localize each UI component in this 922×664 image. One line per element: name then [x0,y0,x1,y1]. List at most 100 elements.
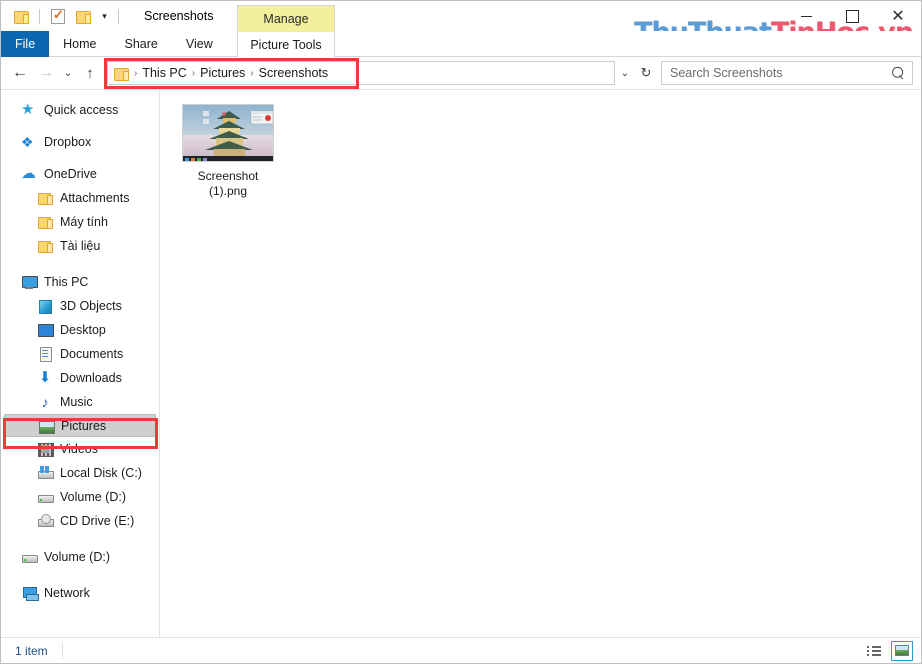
search-box[interactable] [661,61,913,85]
sidebar-item-volume-d[interactable]: Volume (D:) [1,485,159,509]
sidebar-item-onedrive[interactable]: ☁ OneDrive [1,162,159,186]
sidebar-item-cd-drive-e[interactable]: CD Drive (E:) [1,509,159,533]
sidebar-item-label: Máy tính [60,215,108,229]
sidebar-item-label: Network [44,586,90,600]
cd-drive-icon [37,513,54,529]
folder-icon [37,190,53,206]
sidebar-item-label: Videos [60,442,98,456]
sidebar-item-network[interactable]: Network [1,581,159,605]
sidebar-item-desktop[interactable]: Desktop [1,318,159,342]
sidebar-item-this-pc[interactable]: This PC [1,270,159,294]
breadcrumb-separator-2: › [250,67,254,79]
search-icon[interactable] [889,63,909,83]
sidebar-item-label: Tài liệu [60,239,101,253]
sidebar-item-music[interactable]: ♪ Music [1,390,159,414]
view-details-button[interactable] [863,641,885,661]
recent-locations-button[interactable]: ⌄ [59,60,77,86]
sidebar-item-videos[interactable]: Videos [1,437,159,461]
file-name-label: Screenshot (1).png [198,169,259,199]
breadcrumb-item-screenshots[interactable]: Screenshots [256,66,331,80]
sidebar-item-quick-access[interactable]: ★ Quick access [1,98,159,122]
qat-properties-button[interactable] [48,6,68,26]
sidebar-item-downloads[interactable]: ⬇ Downloads [1,366,159,390]
breadcrumb-item-this-pc[interactable]: This PC [139,66,189,80]
qat-new-folder-button[interactable] [73,6,93,26]
view-large-icons-button[interactable] [891,640,913,661]
back-button[interactable]: ← [7,60,33,86]
file-name-line-1: Screenshot [197,169,259,183]
videos-icon [37,441,54,457]
search-input[interactable] [670,66,892,80]
contextual-group-header[interactable]: Manage [238,6,334,32]
screenshot-preview-image [183,105,273,161]
sidebar-item-label: CD Drive (E:) [60,514,135,528]
up-button[interactable]: ↑ [77,60,103,86]
properties-checkmark-icon [51,7,65,24]
3d-objects-icon [37,298,53,314]
hard-drive-icon [37,489,54,505]
music-icon: ♪ [41,394,49,410]
folder-icon [13,10,29,24]
qat-separator-2 [118,8,119,24]
breadcrumb[interactable]: › This PC › Pictures › Screenshots [107,61,615,85]
tab-home[interactable]: Home [49,31,110,57]
star-icon: ★ [21,101,35,118]
sidebar-item-3d-objects[interactable]: 3D Objects [1,294,159,318]
list-item[interactable]: Screenshot (1).png [172,100,284,199]
dropbox-icon: ❖ [21,134,34,150]
sidebar-item-label: Attachments [60,191,130,205]
sidebar-item-label: Dropbox [44,135,92,149]
tab-share[interactable]: Share [111,31,172,57]
sidebar-item-label: Pictures [61,418,107,433]
qat-separator-1 [39,8,40,24]
sidebar-item-documents[interactable]: Documents [1,342,159,366]
sidebar-item-label: Documents [60,347,124,361]
sidebar-item-label: Quick access [44,103,119,117]
network-icon [21,585,39,601]
tab-file[interactable]: File [1,31,50,57]
sidebar-item-attachments[interactable]: Attachments [1,186,159,210]
sidebar-item-pictures[interactable]: Pictures [4,414,156,437]
breadcrumb-item-pictures[interactable]: Pictures [197,66,248,80]
tab-picture-tools[interactable]: Picture Tools [238,32,334,57]
breadcrumb-folder-icon [114,67,129,81]
forward-button[interactable]: → [33,60,59,86]
sidebar-item-label: Volume (D:) [60,490,126,504]
cloud-icon: ☁ [21,165,36,182]
sidebar-item-label: Local Disk (C:) [60,466,142,480]
navigation-pane: ★ Quick access ❖ Dropbox ☁ OneDrive Atta… [1,90,160,637]
sidebar-item-label: This PC [44,275,89,289]
file-list-pane[interactable]: Screenshot (1).png [160,90,921,637]
folder-icon [37,214,53,230]
hard-drive-windows-icon [37,465,54,481]
sidebar-item-label: OneDrive [44,167,97,181]
view-mode-buttons [863,640,913,661]
desktop-icon [37,322,54,338]
address-bar: ← → ⌄ ↑ › This PC › Pictures › Screensho… [1,57,921,89]
file-thumbnail [182,104,274,162]
qat-customize-dropdown[interactable]: ▾ [98,6,110,26]
sidebar-item-label: Music [60,395,93,409]
breadcrumb-separator-0: › [134,67,138,79]
qat-folder-button[interactable] [11,6,31,26]
sidebar-item-tai-lieu[interactable]: Tài liệu [1,234,159,258]
status-separator [61,642,63,659]
large-icons-icon [895,645,909,656]
sidebar-item-may-tinh[interactable]: Máy tính [1,210,159,234]
downloads-icon: ⬇ [38,369,52,386]
item-count-label: 1 item [15,643,48,658]
ribbon-tab-bar: File Home Share View Manage Picture Tool… [1,5,921,57]
explorer-body: ★ Quick access ❖ Dropbox ☁ OneDrive Atta… [1,89,921,637]
refresh-button[interactable]: ↻ [635,65,657,81]
sidebar-item-dropbox[interactable]: ❖ Dropbox [1,130,159,154]
sidebar-item-label: 3D Objects [60,299,122,313]
breadcrumb-separator-1: › [191,67,196,79]
tab-view[interactable]: View [172,31,227,57]
window-title: Screenshots [144,9,214,23]
sidebar-item-local-disk-c[interactable]: Local Disk (C:) [1,461,159,485]
address-dropdown-button[interactable]: ⌄ [615,68,635,79]
sidebar-item-volume-d-root[interactable]: Volume (D:) [1,545,159,569]
